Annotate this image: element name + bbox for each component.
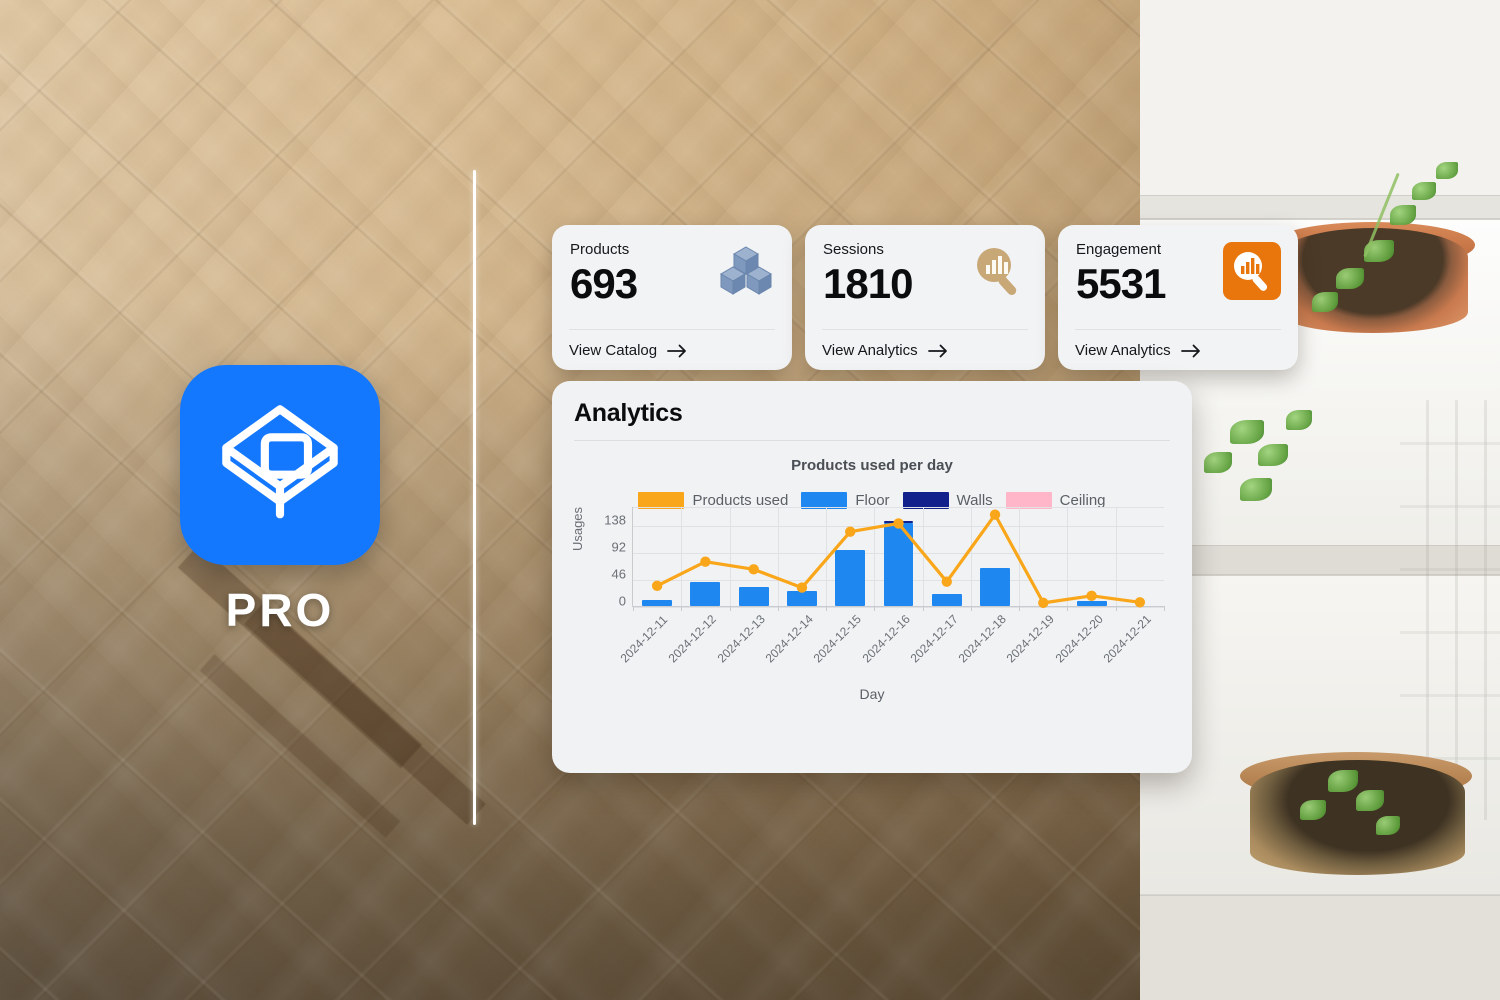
x-tick-label: 2024-12-17 (907, 612, 961, 666)
x-tick-label: 2024-12-13 (714, 612, 768, 666)
x-tick-label: 2024-12-21 (1100, 612, 1154, 666)
kpi-divider (822, 329, 1028, 330)
line-data-point[interactable] (941, 576, 952, 587)
analytics-panel: Analytics Products used per day Products… (552, 381, 1192, 773)
y-tick-label: 46 (611, 566, 626, 582)
leaf (1328, 770, 1358, 792)
panel-divider (574, 440, 1170, 441)
x-tick-label: 2024-12-15 (810, 612, 865, 666)
line-data-point[interactable] (989, 509, 1001, 520)
line-series-products-used (651, 509, 1146, 609)
kpi-divider (569, 329, 775, 330)
wall-panel (1140, 895, 1500, 1000)
window-shelf-background (1140, 0, 1500, 1000)
leaf (1412, 182, 1436, 200)
line-data-point[interactable] (845, 526, 856, 537)
view-analytics-link-engagement[interactable]: View Analytics (1075, 342, 1201, 359)
magnifier-bar-chart-badge-icon (1222, 241, 1282, 301)
y-axis-ticks: 0 46 92 138 (590, 512, 626, 609)
kpi-link-label: View Catalog (569, 342, 658, 359)
vertical-divider (473, 170, 476, 825)
app-logo-tile (180, 365, 380, 565)
screenshot-stage: PRO Products 693 View Catalog Sessions 1… (0, 0, 1500, 1000)
leaf (1436, 162, 1458, 179)
layered-cube-logo-icon (210, 393, 350, 538)
view-analytics-link-sessions[interactable]: View Analytics (822, 342, 948, 359)
brand-block: PRO (180, 365, 380, 637)
kpi-link-label: View Analytics (1075, 342, 1171, 359)
arrow-right-icon (927, 344, 948, 358)
plot-canvas (632, 507, 1165, 611)
leaf (1390, 205, 1416, 225)
leaf (1240, 478, 1272, 501)
kpi-link-label: View Analytics (822, 342, 918, 359)
window-sill (1140, 195, 1500, 219)
line-data-point[interactable] (651, 580, 663, 592)
panel-title: Analytics (574, 399, 683, 427)
line-data-point[interactable] (1134, 597, 1146, 608)
x-axis-tick-labels: 2024-12-11 2024-12-12 2024-12-13 2024-12-14… (618, 612, 1164, 683)
y-tick-label: 138 (604, 512, 626, 528)
line-data-point[interactable] (748, 564, 759, 575)
y-tick-label: 0 (618, 593, 626, 609)
x-tick-label: 2024-12-18 (955, 612, 1009, 666)
kpi-card-row: Products 693 View Catalog Sessions 1810 … (552, 225, 1298, 370)
brand-name: PRO (225, 584, 335, 636)
leaf (1300, 800, 1326, 820)
leaf (1204, 452, 1232, 473)
x-tick-label: 2024-12-14 (762, 612, 816, 666)
leaf (1376, 816, 1400, 835)
kpi-card-sessions[interactable]: Sessions 1810 View Analytics (805, 225, 1045, 370)
line-data-point[interactable] (1038, 597, 1049, 609)
line-data-point[interactable] (700, 556, 711, 567)
x-axis-label: Day (859, 686, 885, 702)
stacked-cubes-icon (716, 241, 776, 301)
view-catalog-link[interactable]: View Catalog (569, 342, 687, 359)
x-tick-label: 2024-12-16 (859, 612, 913, 666)
x-tick-label: 2024-12-20 (1052, 612, 1106, 666)
y-tick-label: 92 (611, 539, 626, 555)
magnifier-bar-chart-icon (969, 241, 1029, 301)
leaf (1356, 790, 1384, 811)
x-tick-label: 2024-12-19 (1003, 612, 1058, 666)
leaf (1286, 410, 1312, 430)
chart-plot-area: Usages 0 46 92 138 2024-12-11 2024-12-12 2024… (570, 507, 1170, 702)
leaf (1336, 268, 1364, 289)
x-tick-mark (1164, 606, 1165, 611)
leaf (1312, 292, 1338, 312)
x-tick-label: 2024-12-12 (665, 612, 720, 666)
line-data-point[interactable] (1086, 590, 1097, 602)
leaf (1230, 420, 1264, 444)
leaf (1258, 444, 1288, 466)
y-axis-label: Usages (570, 506, 585, 552)
chart-title: Products used per day (791, 457, 953, 474)
kpi-divider (1075, 329, 1281, 330)
arrow-right-icon (667, 344, 687, 358)
kpi-card-engagement[interactable]: Engagement 5531 View Analytics (1058, 225, 1298, 370)
line-data-point[interactable] (796, 582, 808, 593)
kpi-card-products[interactable]: Products 693 View Catalog (552, 225, 792, 370)
line-data-point[interactable] (893, 518, 904, 529)
arrow-right-icon (1180, 344, 1201, 358)
x-tick-label: 2024-12-11 (617, 612, 671, 666)
gridline-horizontal (633, 607, 1164, 608)
